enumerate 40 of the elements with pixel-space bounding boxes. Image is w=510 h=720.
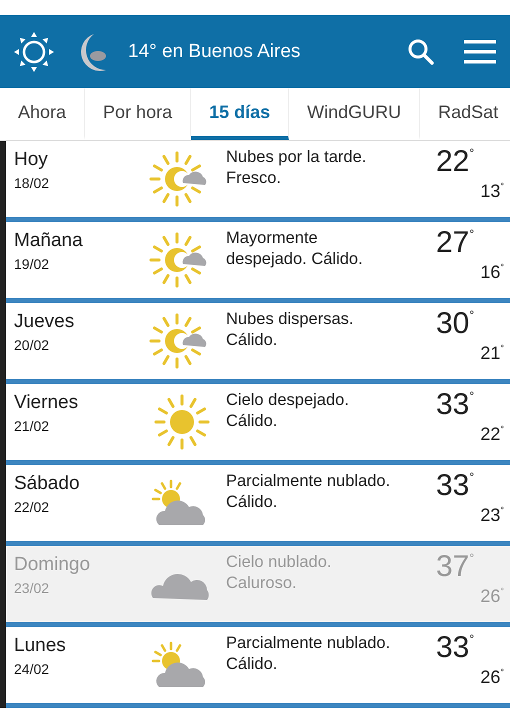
day-name: Mañana [14,230,84,252]
forecast-summary: Nubes por la tarde. Fresco. [225,147,368,190]
high-temperature: 22$^{°}$ [436,145,476,179]
tab[interactable]: 15 días [191,88,290,140]
low-temperature: 21$^{°}$ [480,343,504,364]
forecast-summary: Nubes dispersas. Cálido. [225,309,354,352]
location-title: 14° en Buenos Aires [128,40,302,62]
day-name: Sábado [14,473,81,495]
day-name: Hoy [14,149,49,171]
day-name: Jueves [14,311,76,333]
high-temperature: 30$^{°}$ [436,307,476,341]
low-temperature: 22$^{°}$ [480,424,504,445]
high-temperature: 33$^{°}$ [436,631,476,665]
low-temperature: 16$^{°}$ [480,262,504,283]
low-temperature: 13$^{°}$ [480,181,504,202]
high-temperature: 37$^{°}$ [436,550,476,584]
forecast-summary: Parcialmente nublado. Cálido. [225,471,392,514]
low-temperature: 23$^{°}$ [480,505,504,526]
day-date: 21/02 [14,418,50,434]
high-temperature: 33$^{°}$ [436,388,476,422]
low-temperature: 26$^{°}$ [480,667,504,688]
menu-icon[interactable] [464,38,496,64]
day-date: 20/02 [14,337,50,353]
day-date: 18/02 [14,175,50,191]
day-date: 22/02 [14,499,50,515]
search-icon[interactable] [406,36,436,66]
high-temperature: 33$^{°}$ [436,469,476,503]
day-name: Viernes [14,392,80,414]
day-name: Domingo [14,554,92,576]
forecast-summary: Mayormente despejado. Cálido. [225,228,364,270]
forecast-summary: Parcialmente nublado. Cálido. [225,633,392,676]
day-date: 19/02 [14,256,50,272]
high-temperature: 27$^{°}$ [436,226,476,260]
forecast-summary: Cielo despejado. Cálido. [225,390,350,432]
low-temperature: 26$^{°}$ [480,586,504,607]
sun-icon[interactable] [12,30,56,74]
day-date: 23/02 [14,580,50,596]
day-name: Lunes [14,635,67,657]
day-date: 24/02 [14,661,50,677]
forecast-summary: Cielo nublado. Caluroso. [225,552,332,594]
